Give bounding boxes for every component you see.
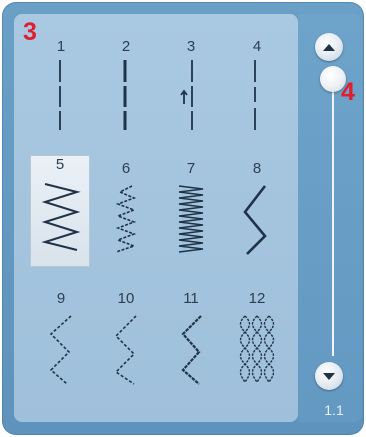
chevron-down-icon: [323, 373, 335, 380]
straight-left-icon: [59, 60, 61, 130]
stitch-item-2[interactable]: 2: [94, 38, 158, 158]
page-indicator: 1.1: [324, 402, 344, 418]
stitch-number: 10: [117, 290, 135, 307]
zigzag-wide-icon: [41, 183, 81, 251]
stitch-number: 8: [252, 160, 262, 177]
stitch-number: 3: [186, 38, 196, 55]
stitch-item-11[interactable]: 11: [159, 290, 223, 410]
triple-straight-icon: [123, 60, 127, 130]
basting-icon: [254, 60, 256, 130]
dotted-zigzag-icon: [49, 315, 72, 385]
callout-4: 4: [341, 78, 355, 106]
zigzag-stretch-icon: [115, 185, 137, 253]
stitch-number: 11: [183, 290, 199, 307]
stitch-number: 6: [121, 160, 131, 177]
dotted-zigzag-2-icon: [114, 315, 137, 385]
stitch-item-3[interactable]: 3: [159, 38, 223, 158]
stitch-number: 12: [248, 290, 266, 307]
stitch-number: 9: [56, 290, 66, 307]
chevron-up-icon: [323, 44, 335, 51]
stitch-item-4[interactable]: 4: [225, 38, 289, 158]
stitch-item-9[interactable]: 9: [29, 290, 93, 410]
scroll-up-button[interactable]: [315, 33, 343, 61]
stitch-selection-window: 1 2 3 4 5 6 7 8 9 10 11 12 1.1 3 4: [0, 0, 366, 437]
satin-zigzag-icon: [178, 185, 204, 253]
three-step-zigzag-icon: [243, 185, 267, 255]
stitch-item-1[interactable]: 1: [29, 38, 93, 158]
stitch-number: 4: [252, 38, 262, 55]
stitch-item-7[interactable]: 7: [159, 160, 223, 280]
stitch-number: 1: [56, 38, 66, 55]
scroll-down-button[interactable]: [315, 362, 343, 390]
stitch-item-5[interactable]: 5: [30, 155, 90, 267]
stitch-number: 5: [55, 156, 65, 173]
stitch-number: 7: [186, 160, 196, 177]
stitch-item-8[interactable]: 8: [225, 160, 289, 280]
honeycomb-icon: [239, 315, 275, 383]
reverse-straight-icon: [180, 60, 193, 130]
callout-3: 3: [23, 18, 37, 46]
scroll-track[interactable]: [332, 86, 334, 356]
stitch-number: 2: [121, 38, 131, 55]
stitch-item-6[interactable]: 6: [94, 160, 158, 280]
stitch-item-12[interactable]: 12: [225, 290, 289, 410]
stitch-item-10[interactable]: 10: [94, 290, 158, 410]
serpentine-icon: [181, 315, 202, 385]
